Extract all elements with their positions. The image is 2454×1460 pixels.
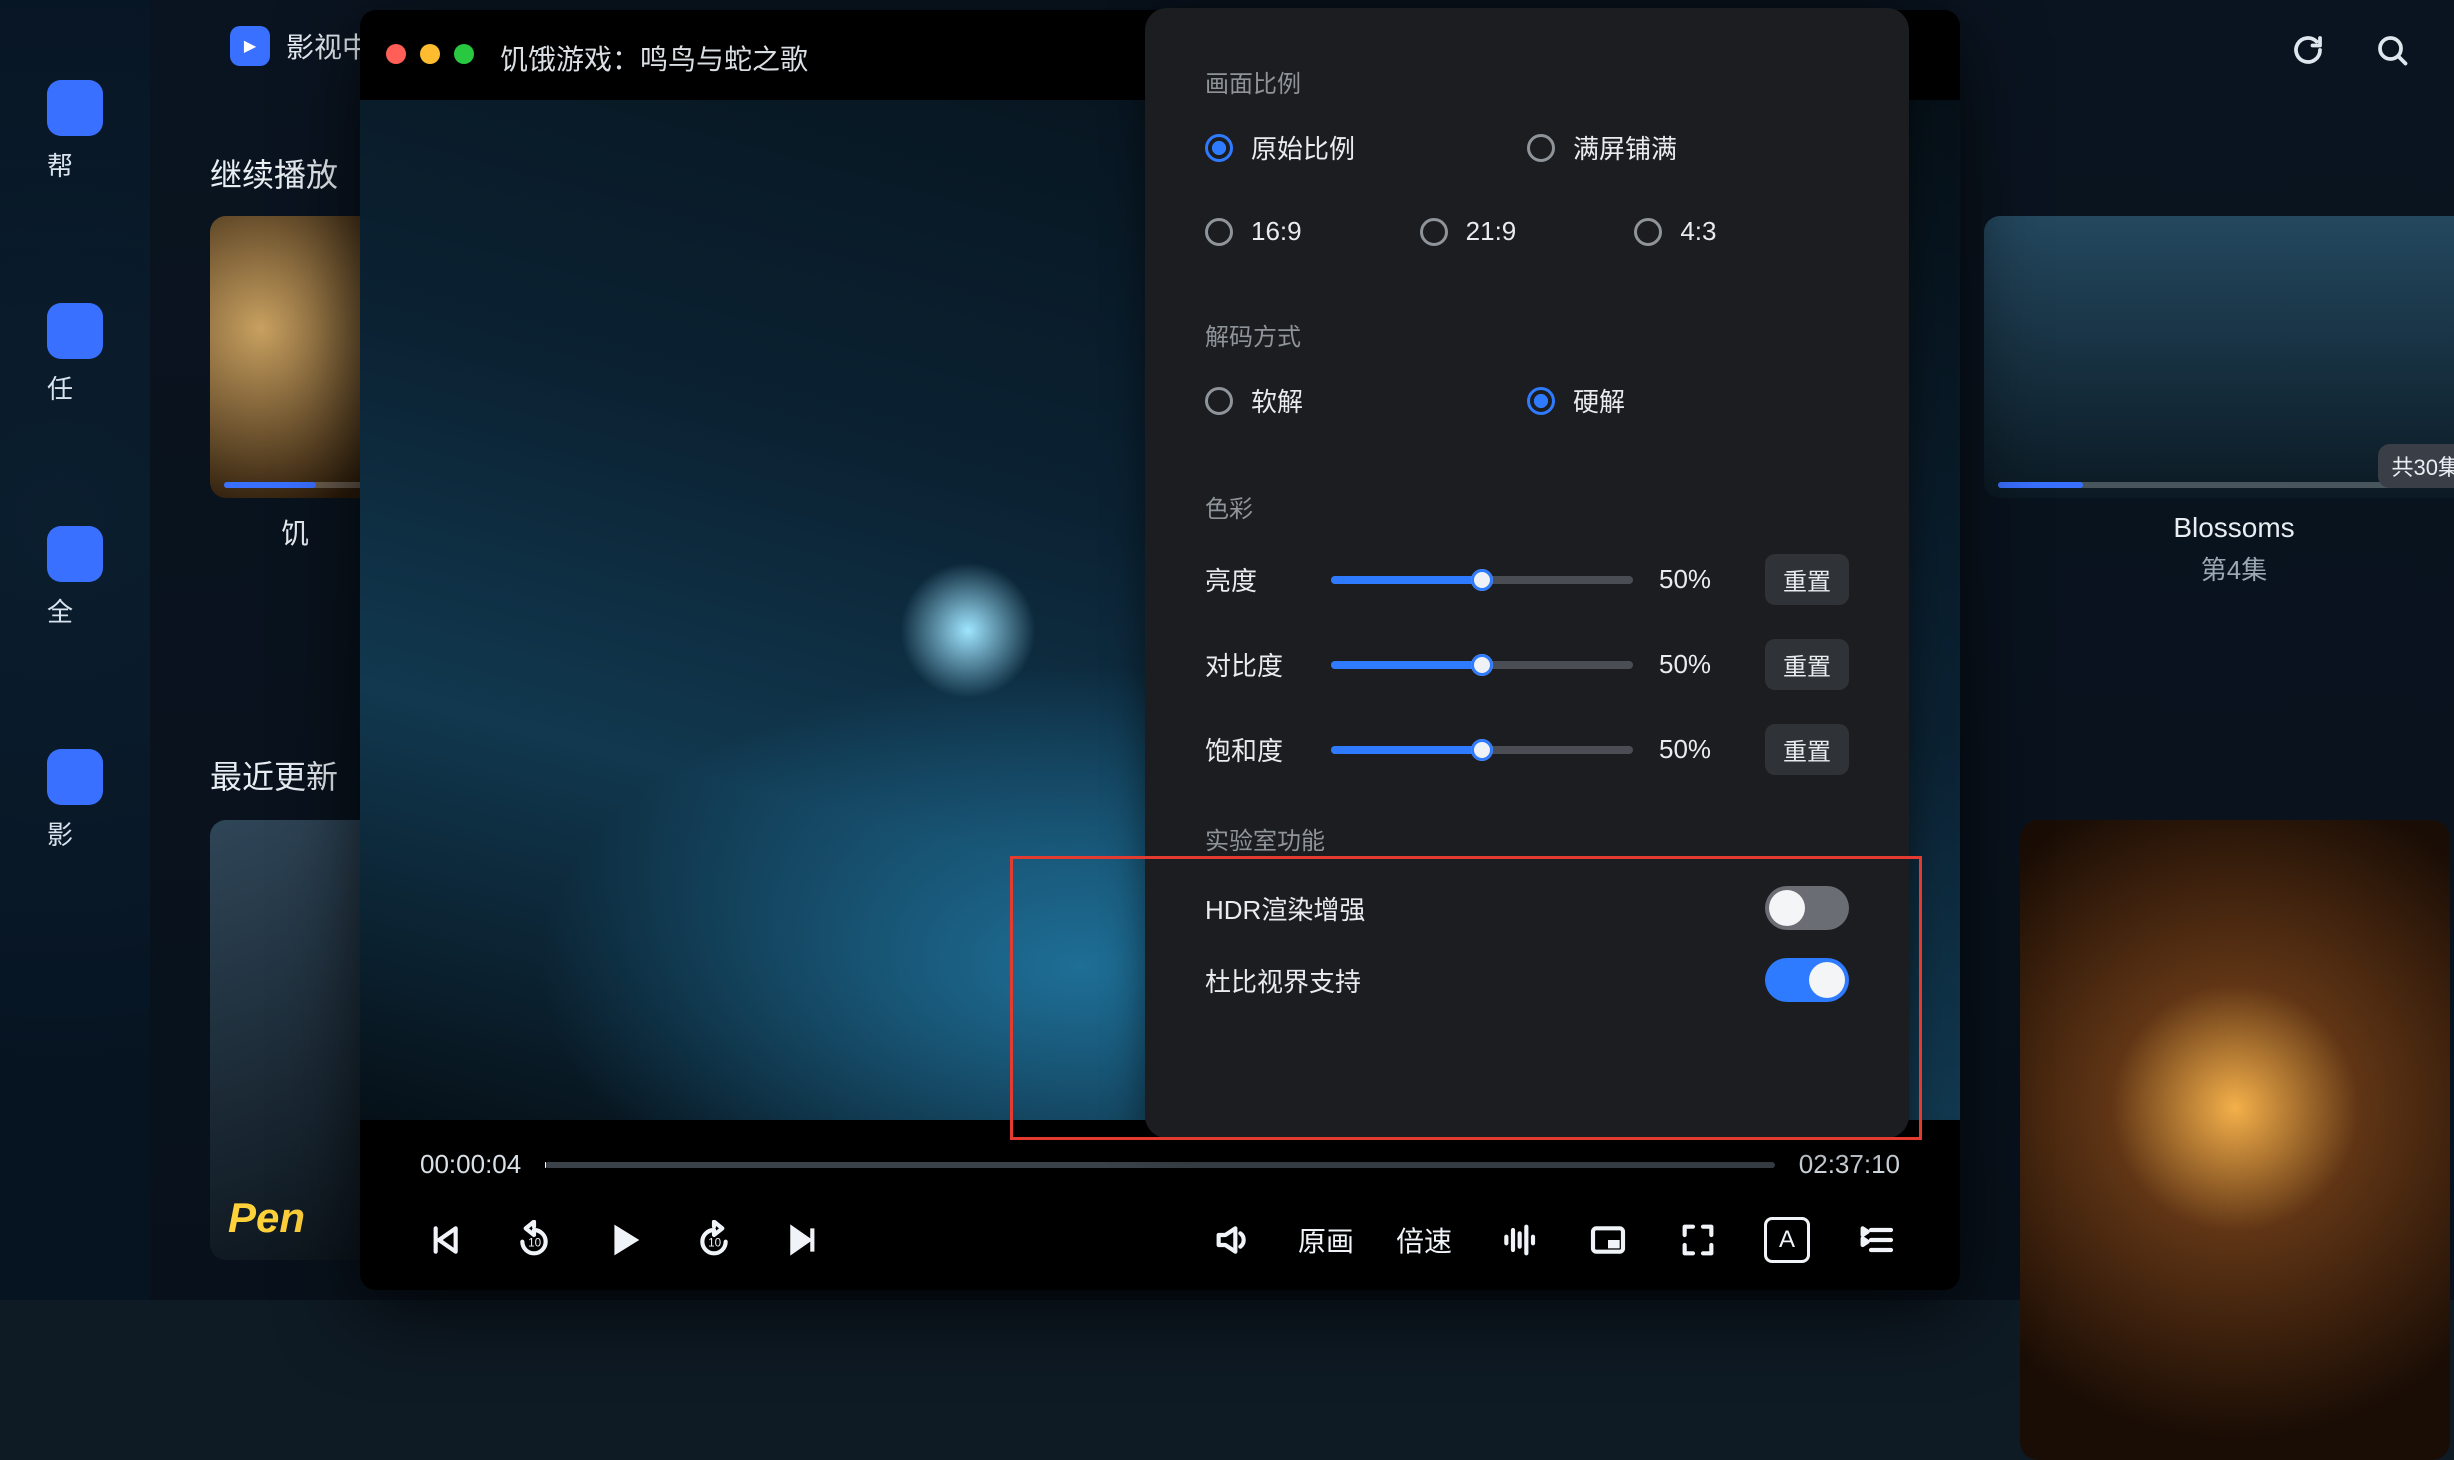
decode-hard-radio[interactable]: 硬解: [1527, 382, 1849, 419]
aspect-fill-radio[interactable]: 满屏铺满: [1527, 129, 1849, 166]
section-color-label: 色彩: [1205, 489, 1849, 524]
app-chip: ▶ 影视中: [230, 26, 370, 66]
left-sidebar: 帮 任 全 影: [0, 0, 150, 1300]
episode-badge: 共30集: [2378, 444, 2454, 488]
brightness-slider[interactable]: [1331, 576, 1633, 584]
speed-button[interactable]: 倍速: [1396, 1216, 1452, 1264]
svg-text:10: 10: [708, 1237, 721, 1250]
card-title: 饥: [210, 512, 380, 552]
equalizer-icon[interactable]: [1494, 1216, 1542, 1264]
contrast-slider[interactable]: [1331, 661, 1633, 669]
sidebar-item[interactable]: 任: [47, 303, 103, 406]
fullscreen-icon[interactable]: [1674, 1216, 1722, 1264]
close-dot[interactable]: [386, 44, 406, 64]
pip-icon[interactable]: [1584, 1216, 1632, 1264]
app-chip-label: 影视中: [286, 26, 370, 66]
aspect-43-radio[interactable]: 4:3: [1634, 216, 1849, 247]
svg-text:10: 10: [528, 1237, 541, 1250]
rewind-10-icon[interactable]: 10: [510, 1216, 558, 1264]
card-title: Blossoms: [1984, 512, 2454, 544]
aspect-original-radio[interactable]: 原始比例: [1205, 129, 1527, 166]
section-recent-title: 最近更新: [210, 752, 338, 798]
brightness-row: 亮度 50% 重置: [1205, 554, 1849, 605]
timeline: 00:00:04 02:37:10: [420, 1149, 1900, 1180]
section-lab-label: 实验室功能: [1205, 821, 1849, 856]
decode-soft-radio[interactable]: 软解: [1205, 382, 1527, 419]
continue-card[interactable]: 饥: [210, 216, 380, 552]
window-traffic-lights[interactable]: [386, 44, 474, 64]
poster-text: Pen: [228, 1194, 305, 1242]
player-controls: 10 10 原画 倍速 A: [420, 1216, 1900, 1264]
minimize-dot[interactable]: [420, 44, 440, 64]
sidebar-item[interactable]: 全: [47, 526, 103, 629]
brightness-reset-button[interactable]: 重置: [1765, 554, 1849, 605]
contrast-reset-button[interactable]: 重置: [1765, 639, 1849, 690]
recent-card[interactable]: Pen: [210, 820, 380, 1260]
search-icon[interactable]: [2370, 28, 2414, 72]
saturation-reset-button[interactable]: 重置: [1765, 724, 1849, 775]
saturation-slider[interactable]: [1331, 746, 1633, 754]
zoom-dot[interactable]: [454, 44, 474, 64]
prev-track-icon[interactable]: [420, 1216, 468, 1264]
player-title: 饥饿游戏：鸣鸟与蛇之歌: [500, 38, 808, 78]
recent-card-oppenheimer[interactable]: [2020, 820, 2450, 1460]
aspect-169-radio[interactable]: 16:9: [1205, 216, 1420, 247]
sidebar-item[interactable]: 帮: [47, 80, 103, 183]
section-continue-title: 继续播放: [210, 150, 338, 196]
subtitle-icon[interactable]: A: [1764, 1217, 1810, 1263]
time-total: 02:37:10: [1799, 1149, 1900, 1180]
next-track-icon[interactable]: [780, 1216, 828, 1264]
refresh-icon[interactable]: [2286, 28, 2330, 72]
forward-10-icon[interactable]: 10: [690, 1216, 738, 1264]
sidebar-item[interactable]: 影: [47, 749, 103, 852]
card-subtitle: 第4集: [1984, 550, 2454, 587]
continue-card-blossoms[interactable]: 共30集 Blossoms 第4集: [1984, 216, 2454, 587]
time-current: 00:00:04: [420, 1149, 521, 1180]
contrast-row: 对比度 50% 重置: [1205, 639, 1849, 690]
playlist-icon[interactable]: [1852, 1216, 1900, 1264]
play-icon[interactable]: [600, 1216, 648, 1264]
quality-button[interactable]: 原画: [1298, 1216, 1354, 1264]
section-aspect-label: 画面比例: [1205, 64, 1849, 99]
section-decode-label: 解码方式: [1205, 317, 1849, 352]
aspect-219-radio[interactable]: 21:9: [1420, 216, 1635, 247]
seek-bar[interactable]: [545, 1162, 1775, 1168]
highlight-box: [1010, 856, 1922, 1140]
saturation-row: 饱和度 50% 重置: [1205, 724, 1849, 775]
play-icon: ▶: [230, 26, 270, 66]
volume-icon[interactable]: [1208, 1216, 1256, 1264]
